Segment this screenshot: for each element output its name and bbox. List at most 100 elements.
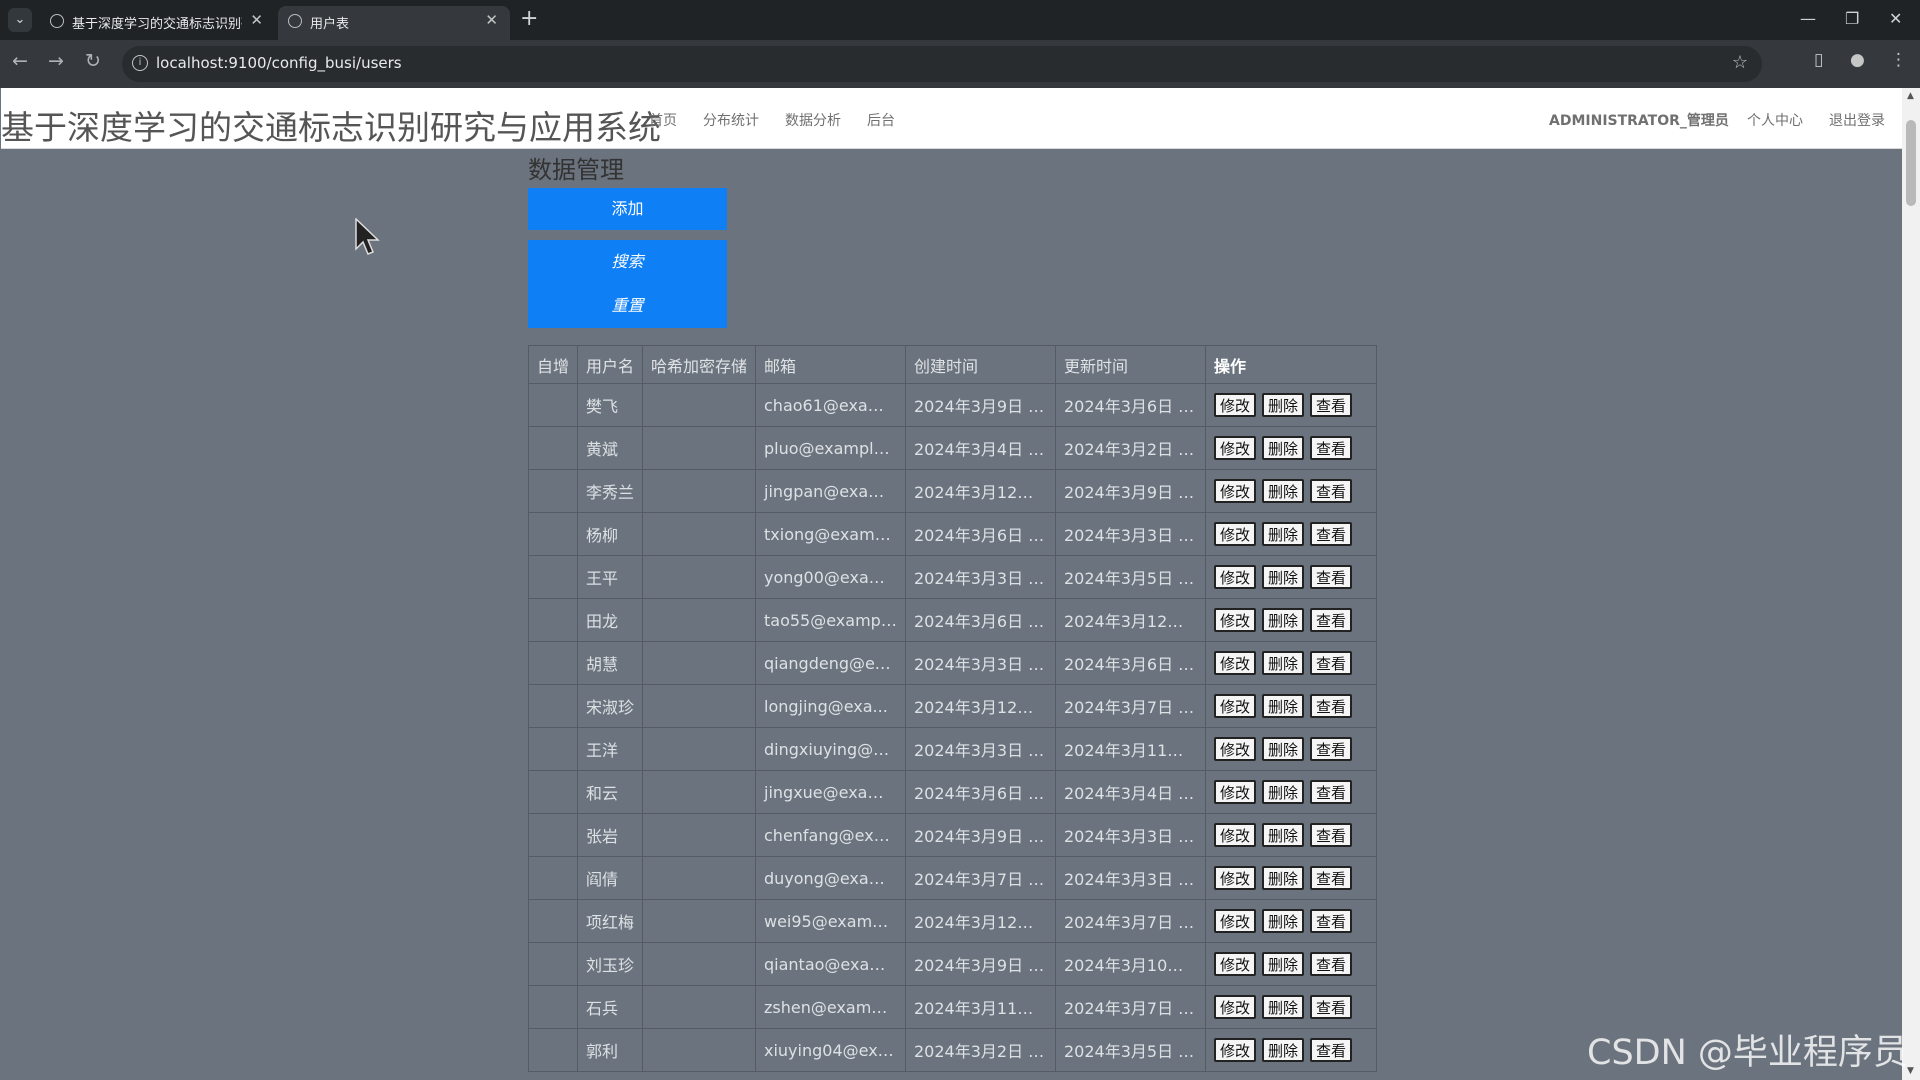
view-button[interactable]: 查看 bbox=[1310, 522, 1352, 546]
view-button[interactable]: 查看 bbox=[1310, 565, 1352, 589]
edit-button[interactable]: 修改 bbox=[1214, 522, 1256, 546]
view-button[interactable]: 查看 bbox=[1310, 608, 1352, 632]
delete-button[interactable]: 删除 bbox=[1262, 608, 1304, 632]
view-button[interactable]: 查看 bbox=[1310, 995, 1352, 1019]
edit-button[interactable]: 修改 bbox=[1214, 1038, 1256, 1062]
nav-data-analysis[interactable]: 数据分析 bbox=[785, 110, 841, 130]
cell-email: duyong@exam... bbox=[755, 856, 906, 900]
close-icon[interactable]: ✕ bbox=[485, 11, 498, 29]
cell-id bbox=[528, 641, 578, 685]
edit-button[interactable]: 修改 bbox=[1214, 565, 1256, 589]
cell-email: jingpan@exam... bbox=[755, 469, 906, 513]
view-button[interactable]: 查看 bbox=[1310, 479, 1352, 503]
delete-button[interactable]: 删除 bbox=[1262, 565, 1304, 589]
delete-button[interactable]: 删除 bbox=[1262, 737, 1304, 761]
view-button[interactable]: 查看 bbox=[1310, 866, 1352, 890]
view-button[interactable]: 查看 bbox=[1310, 436, 1352, 460]
scrollbar-thumb[interactable] bbox=[1906, 120, 1916, 206]
reset-button[interactable]: 重置 bbox=[528, 284, 727, 328]
close-icon[interactable]: ✕ bbox=[250, 11, 263, 29]
cell-hash bbox=[642, 383, 756, 427]
edit-button[interactable]: 修改 bbox=[1214, 952, 1256, 976]
edit-button[interactable]: 修改 bbox=[1214, 866, 1256, 890]
delete-button[interactable]: 删除 bbox=[1262, 479, 1304, 503]
delete-button[interactable]: 删除 bbox=[1262, 436, 1304, 460]
address-bar[interactable]: i localhost:9100/config_busi/users ☆ bbox=[122, 46, 1762, 82]
cell-updated: 2024年3月4日 0... bbox=[1055, 770, 1206, 814]
scroll-down-arrow-icon[interactable]: ▼ bbox=[1907, 1066, 1914, 1076]
cell-hash bbox=[642, 813, 756, 857]
cell-updated: 2024年3月7日 0... bbox=[1055, 684, 1206, 728]
bookmark-star-icon[interactable]: ☆ bbox=[1732, 52, 1748, 73]
delete-button[interactable]: 删除 bbox=[1262, 909, 1304, 933]
edit-button[interactable]: 修改 bbox=[1214, 608, 1256, 632]
view-button[interactable]: 查看 bbox=[1310, 909, 1352, 933]
cell-created: 2024年3月6日 0... bbox=[905, 770, 1056, 814]
cell-created: 2024年3月3日 0... bbox=[905, 641, 1056, 685]
back-arrow-icon[interactable]: ← bbox=[12, 50, 28, 72]
cell-hash bbox=[642, 856, 756, 900]
nav-current-user[interactable]: ADMINISTRATOR_管理员 bbox=[1549, 110, 1729, 130]
scroll-up-arrow-icon[interactable]: ▲ bbox=[1907, 91, 1914, 101]
profile-icon[interactable]: ● bbox=[1850, 50, 1865, 70]
search-button[interactable]: 搜索 bbox=[528, 240, 727, 284]
delete-button[interactable]: 删除 bbox=[1262, 393, 1304, 417]
delete-button[interactable]: 删除 bbox=[1262, 522, 1304, 546]
cell-id bbox=[528, 684, 578, 728]
reload-icon[interactable]: ↻ bbox=[85, 50, 101, 72]
cell-id bbox=[528, 727, 578, 771]
edit-button[interactable]: 修改 bbox=[1214, 780, 1256, 804]
view-button[interactable]: 查看 bbox=[1310, 651, 1352, 675]
minimize-icon[interactable]: — bbox=[1800, 9, 1816, 28]
restore-icon[interactable]: ❐ bbox=[1845, 9, 1859, 28]
cell-id bbox=[528, 942, 578, 986]
view-button[interactable]: 查看 bbox=[1310, 694, 1352, 718]
delete-button[interactable]: 删除 bbox=[1262, 780, 1304, 804]
view-button[interactable]: 查看 bbox=[1310, 823, 1352, 847]
delete-button[interactable]: 删除 bbox=[1262, 995, 1304, 1019]
window-close-icon[interactable]: ✕ bbox=[1889, 9, 1902, 28]
new-tab-plus-icon[interactable]: + bbox=[520, 6, 538, 31]
cell-hash bbox=[642, 1028, 756, 1072]
edit-button[interactable]: 修改 bbox=[1214, 694, 1256, 718]
page-scrollbar[interactable]: ▲ ▼ bbox=[1902, 88, 1920, 1080]
cell-hash bbox=[642, 942, 756, 986]
delete-button[interactable]: 删除 bbox=[1262, 694, 1304, 718]
forward-arrow-icon[interactable]: → bbox=[48, 50, 64, 72]
site-info-icon[interactable]: i bbox=[132, 55, 148, 71]
view-button[interactable]: 查看 bbox=[1310, 780, 1352, 804]
view-button[interactable]: 查看 bbox=[1310, 737, 1352, 761]
edit-button[interactable]: 修改 bbox=[1214, 393, 1256, 417]
delete-button[interactable]: 删除 bbox=[1262, 1038, 1304, 1062]
view-button[interactable]: 查看 bbox=[1310, 1038, 1352, 1062]
cell-username: 李秀兰 bbox=[577, 469, 643, 513]
nav-personal-center[interactable]: 个人中心 bbox=[1747, 110, 1803, 130]
url-text[interactable]: localhost:9100/config_busi/users bbox=[156, 54, 402, 72]
edit-button[interactable]: 修改 bbox=[1214, 737, 1256, 761]
browser-tab-2[interactable]: 用户表 ✕ bbox=[278, 6, 510, 40]
browser-tab-1[interactable]: 基于深度学习的交通标志识别研 ✕ bbox=[40, 6, 275, 40]
nav-distribution-stats[interactable]: 分布统计 bbox=[703, 110, 759, 130]
delete-button[interactable]: 删除 bbox=[1262, 823, 1304, 847]
edit-button[interactable]: 修改 bbox=[1214, 479, 1256, 503]
edit-button[interactable]: 修改 bbox=[1214, 823, 1256, 847]
side-panel-icon[interactable]: ▯ bbox=[1814, 50, 1823, 70]
view-button[interactable]: 查看 bbox=[1310, 952, 1352, 976]
view-button[interactable]: 查看 bbox=[1310, 393, 1352, 417]
tab-search-chevron-icon[interactable]: ⌄ bbox=[8, 8, 32, 32]
nav-home[interactable]: 首页 bbox=[649, 110, 677, 130]
edit-button[interactable]: 修改 bbox=[1214, 909, 1256, 933]
delete-button[interactable]: 删除 bbox=[1262, 651, 1304, 675]
watermark: CSDN @毕业程序员 bbox=[1587, 1033, 1908, 1073]
edit-button[interactable]: 修改 bbox=[1214, 995, 1256, 1019]
delete-button[interactable]: 删除 bbox=[1262, 866, 1304, 890]
edit-button[interactable]: 修改 bbox=[1214, 436, 1256, 460]
edit-button[interactable]: 修改 bbox=[1214, 651, 1256, 675]
table-row: 王洋 dingxiuying@e... 2024年3月3日 0... 2024年3月1… bbox=[528, 727, 1377, 771]
delete-button[interactable]: 删除 bbox=[1262, 952, 1304, 976]
cell-hash bbox=[642, 641, 756, 685]
more-menu-icon[interactable]: ⋮ bbox=[1890, 50, 1907, 70]
nav-logout[interactable]: 退出登录 bbox=[1829, 110, 1885, 130]
add-button[interactable]: 添加 bbox=[528, 188, 727, 230]
nav-backend[interactable]: 后台 bbox=[867, 110, 895, 130]
